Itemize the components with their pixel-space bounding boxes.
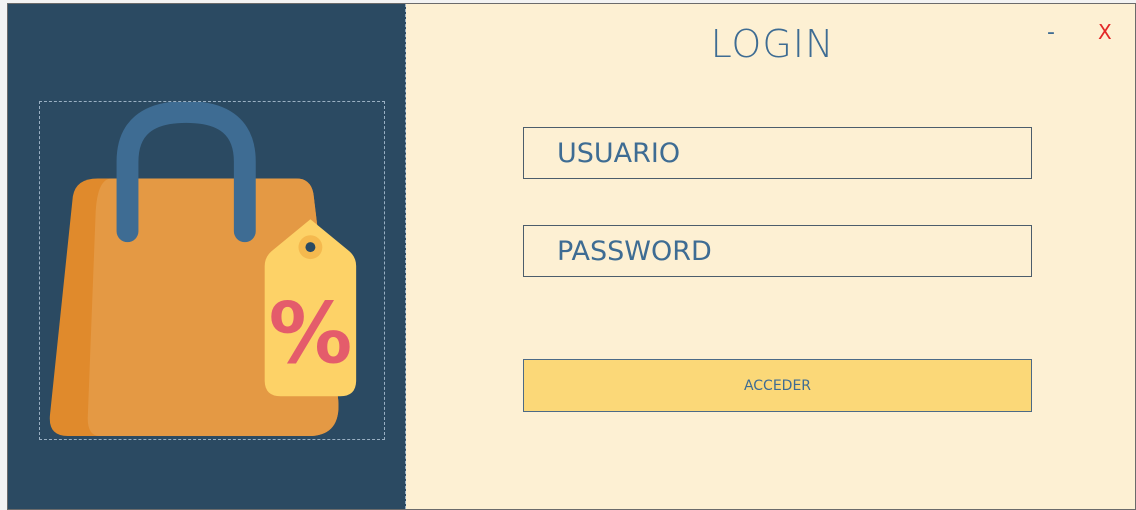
- password-input[interactable]: [557, 226, 1031, 276]
- password-field-box: [523, 225, 1032, 277]
- close-button[interactable]: X: [1098, 22, 1112, 42]
- login-submit-button[interactable]: ACCEDER: [523, 359, 1032, 412]
- username-input[interactable]: [557, 128, 1031, 178]
- left-branding-panel: %: [8, 4, 406, 509]
- page-title: LOGIN: [710, 22, 835, 66]
- login-form-panel: LOGIN - X ACCEDER: [406, 4, 1135, 509]
- minimize-button[interactable]: -: [1047, 22, 1055, 44]
- shopping-bag-icon: %: [49, 102, 357, 437]
- login-window: % LOGIN - X ACCEDER: [7, 3, 1136, 510]
- logo-picture-box: %: [39, 101, 385, 440]
- tag-percent-text: %: [269, 284, 353, 382]
- username-field-box: [523, 127, 1032, 179]
